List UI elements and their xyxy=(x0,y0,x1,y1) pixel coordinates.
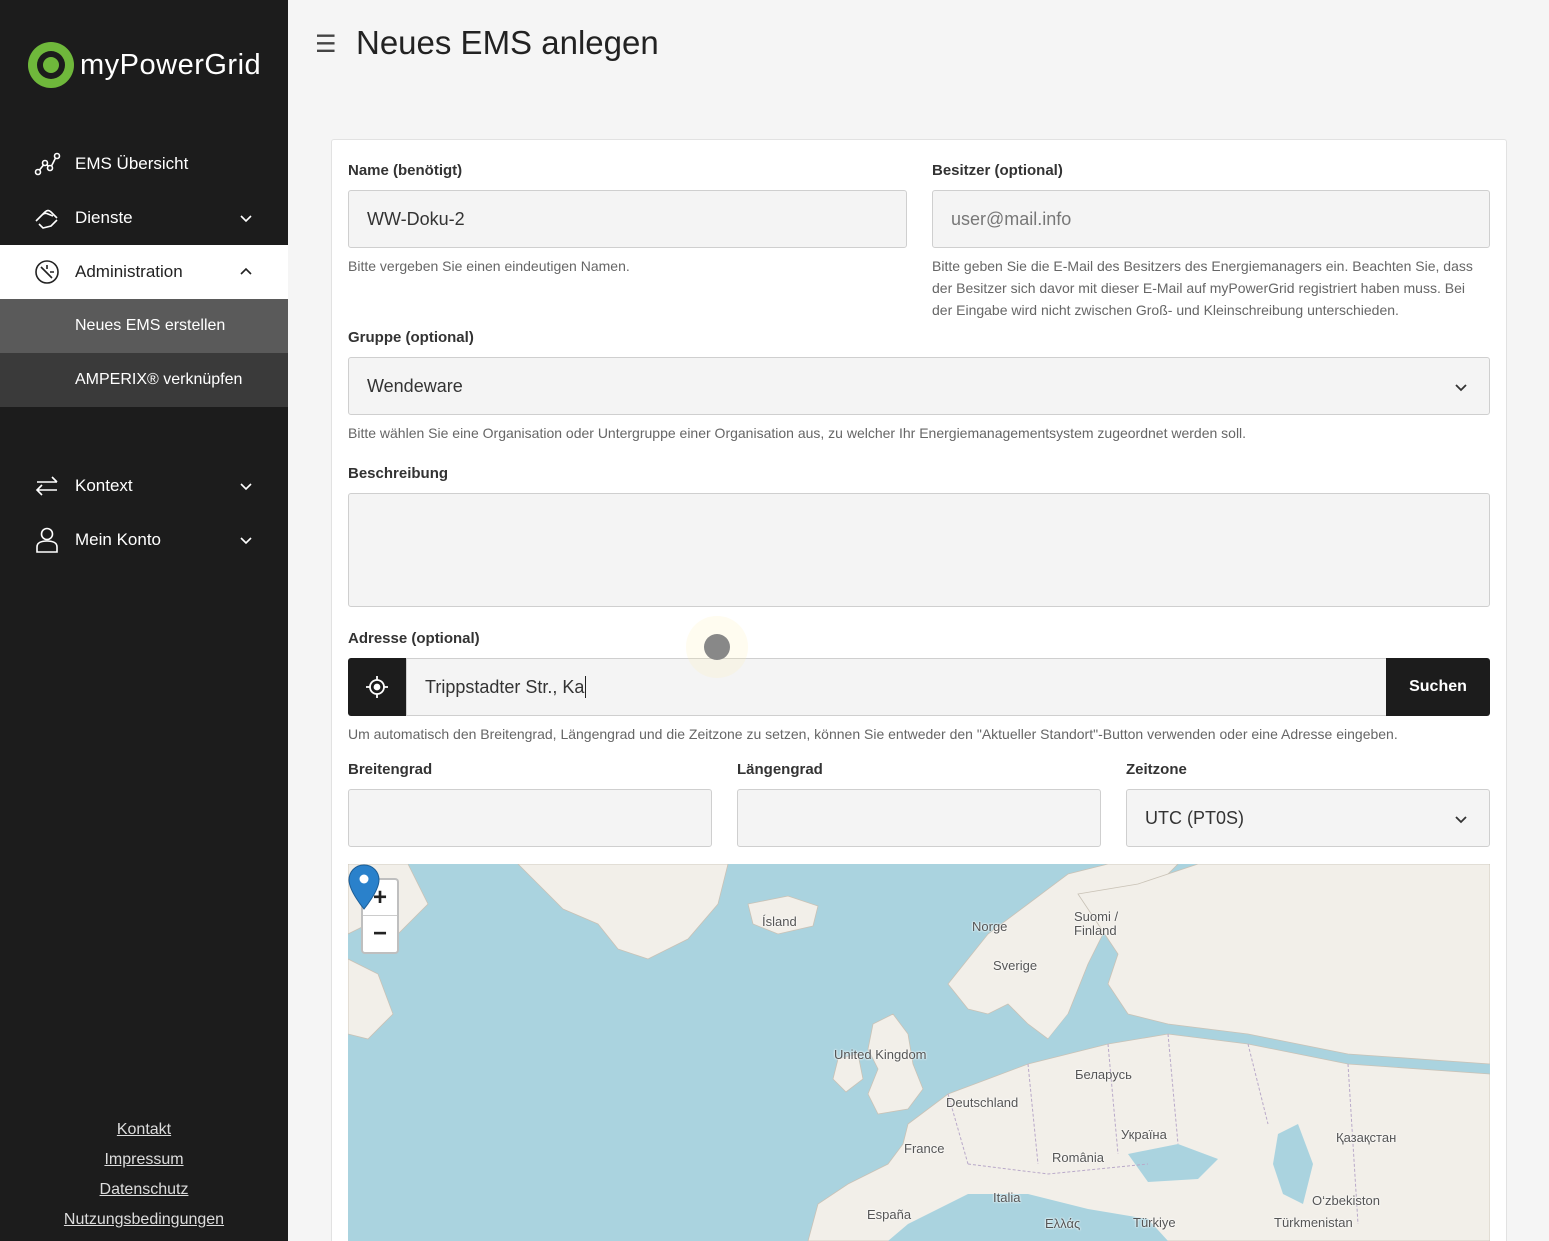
sidebar-item-label: AMPERIX® verknüpfen xyxy=(75,371,243,388)
footer-link-terms[interactable]: Nutzungsbedingungen xyxy=(0,1205,288,1235)
owner-help-line: Bitte geben Sie die E-Mail des Besitzers… xyxy=(932,258,1473,274)
current-location-button[interactable] xyxy=(348,658,406,716)
owner-label: Besitzer (optional) xyxy=(932,162,1063,179)
description-textarea[interactable] xyxy=(348,493,1490,607)
map-label: France xyxy=(904,1141,945,1156)
footer-links: Kontakt Impressum Datenschutz Nutzungsbe… xyxy=(0,1115,288,1235)
group-label: Gruppe (optional) xyxy=(348,329,474,346)
map-label: Türkiye xyxy=(1133,1215,1176,1230)
timezone-select-value: UTC (PT0S) xyxy=(1145,807,1244,828)
owner-help-line: der Eingabe wird nicht zwischen Groß- un… xyxy=(932,302,1399,318)
owner-email-field[interactable]: user@mail.info xyxy=(932,190,1490,248)
name-input[interactable]: WW-Doku-2 xyxy=(348,190,907,248)
sidebar-item-label: Administration xyxy=(75,262,183,281)
map-label: Türkmenistan xyxy=(1274,1215,1353,1230)
map-label: O‘zbekiston xyxy=(1312,1193,1380,1208)
brand-logo[interactable]: myPowerGrid xyxy=(28,42,261,88)
map-marker-icon[interactable] xyxy=(348,864,380,910)
brand-name: myPowerGrid xyxy=(80,48,262,81)
hand-icon xyxy=(35,209,58,229)
map-label: Sverige xyxy=(993,958,1038,973)
footer-link-imprint[interactable]: Impressum xyxy=(0,1145,288,1175)
name-input-value: WW-Doku-2 xyxy=(367,208,465,229)
address-search-button[interactable]: Suchen xyxy=(1386,658,1490,716)
name-label: Name (benötigt) xyxy=(348,162,463,179)
map-label: Беларусь xyxy=(1075,1067,1132,1082)
map-label: Ísland xyxy=(762,914,797,929)
text-caret xyxy=(585,676,587,698)
group-help: Bitte wählen Sie eine Organisation oder … xyxy=(348,425,1247,441)
zoom-out-button[interactable]: − xyxy=(363,916,397,952)
chevron-down-icon xyxy=(1455,816,1467,824)
group-select-value: Wendeware xyxy=(367,375,463,396)
timezone-label: Zeitzone xyxy=(1126,761,1187,778)
address-help: Um automatisch den Breitengrad, Längengr… xyxy=(348,726,1398,742)
map-label: România xyxy=(1052,1150,1105,1165)
mouse-pointer-highlight xyxy=(704,634,730,660)
footer-link-contact[interactable]: Kontakt xyxy=(0,1115,288,1145)
crosshair-icon xyxy=(366,676,388,698)
chart-line-icon xyxy=(34,152,61,176)
map-label: Қазақстан xyxy=(1336,1130,1397,1145)
sidebar-item-label: Neues EMS erstellen xyxy=(75,317,226,334)
map-label: Finland xyxy=(1074,923,1117,938)
chevron-down-icon xyxy=(240,537,252,545)
chevron-down-icon xyxy=(240,483,252,491)
map-label: United Kingdom xyxy=(834,1047,927,1062)
address-label: Adresse (optional) xyxy=(348,630,480,647)
owner-help-line: der Besitzer sich davor mit dieser E-Mai… xyxy=(932,280,1465,296)
name-help: Bitte vergeben Sie einen eindeutigen Nam… xyxy=(348,258,630,274)
owner-help: Bitte geben Sie die E-Mail des Besitzers… xyxy=(932,255,1502,321)
sidebar-item-label: Kontext xyxy=(75,476,133,495)
swap-arrows-icon xyxy=(35,476,58,496)
map-label: Україна xyxy=(1121,1127,1167,1142)
chevron-up-icon xyxy=(240,267,252,275)
owner-placeholder: user@mail.info xyxy=(951,208,1072,229)
map-label: España xyxy=(867,1207,912,1222)
chevron-down-icon xyxy=(1455,384,1467,392)
sidebar-item-label: Mein Konto xyxy=(75,530,161,549)
description-label: Beschreibung xyxy=(348,465,449,482)
map-label: Ελλάς xyxy=(1045,1216,1081,1231)
sidebar-item-label: Dienste xyxy=(75,208,133,227)
footer-link-privacy[interactable]: Datenschutz xyxy=(0,1175,288,1205)
sidebar-subitem-link-amperix[interactable]: AMPERIX® verknüpfen xyxy=(0,353,288,407)
group-select[interactable]: Wendeware xyxy=(348,357,1490,415)
menu-toggle-icon[interactable]: ☰ xyxy=(315,30,337,59)
latitude-label: Breitengrad xyxy=(348,761,433,778)
map-label: Suomi / xyxy=(1074,909,1119,924)
chevron-down-icon xyxy=(240,215,252,223)
user-icon xyxy=(36,527,58,553)
map-label: Deutschland xyxy=(946,1095,1019,1110)
page-title: Neues EMS anlegen xyxy=(356,24,659,61)
sidebar-item-services[interactable]: Dienste xyxy=(0,191,288,245)
map-label: Norge xyxy=(972,919,1008,934)
map-label: Italia xyxy=(993,1190,1021,1205)
power-logo-icon xyxy=(28,42,74,88)
address-input-value: Trippstadter Str., Ka xyxy=(425,676,585,697)
sidebar: myPowerGrid EMS Übersicht Dienste Admini… xyxy=(0,0,288,1241)
sidebar-item-label: EMS Übersicht xyxy=(75,154,189,173)
longitude-label: Längengrad xyxy=(737,761,823,778)
sidebar-item-my-account[interactable]: Mein Konto xyxy=(0,513,288,567)
sidebar-item-ems-overview[interactable]: EMS Übersicht xyxy=(0,137,288,191)
location-map[interactable]: + − Ísland Norge Suomi / Finland Sverige… xyxy=(348,864,1490,1241)
latitude-input[interactable] xyxy=(348,789,712,847)
sidebar-item-administration[interactable]: Administration xyxy=(0,245,288,299)
sidebar-subitem-new-ems[interactable]: Neues EMS erstellen xyxy=(0,299,288,353)
administration-icon xyxy=(35,260,59,284)
longitude-input[interactable] xyxy=(737,789,1101,847)
address-search-input[interactable]: Trippstadter Str., Ka xyxy=(406,658,1387,716)
timezone-select[interactable]: UTC (PT0S) xyxy=(1126,789,1490,847)
sidebar-item-context[interactable]: Kontext xyxy=(0,459,288,513)
